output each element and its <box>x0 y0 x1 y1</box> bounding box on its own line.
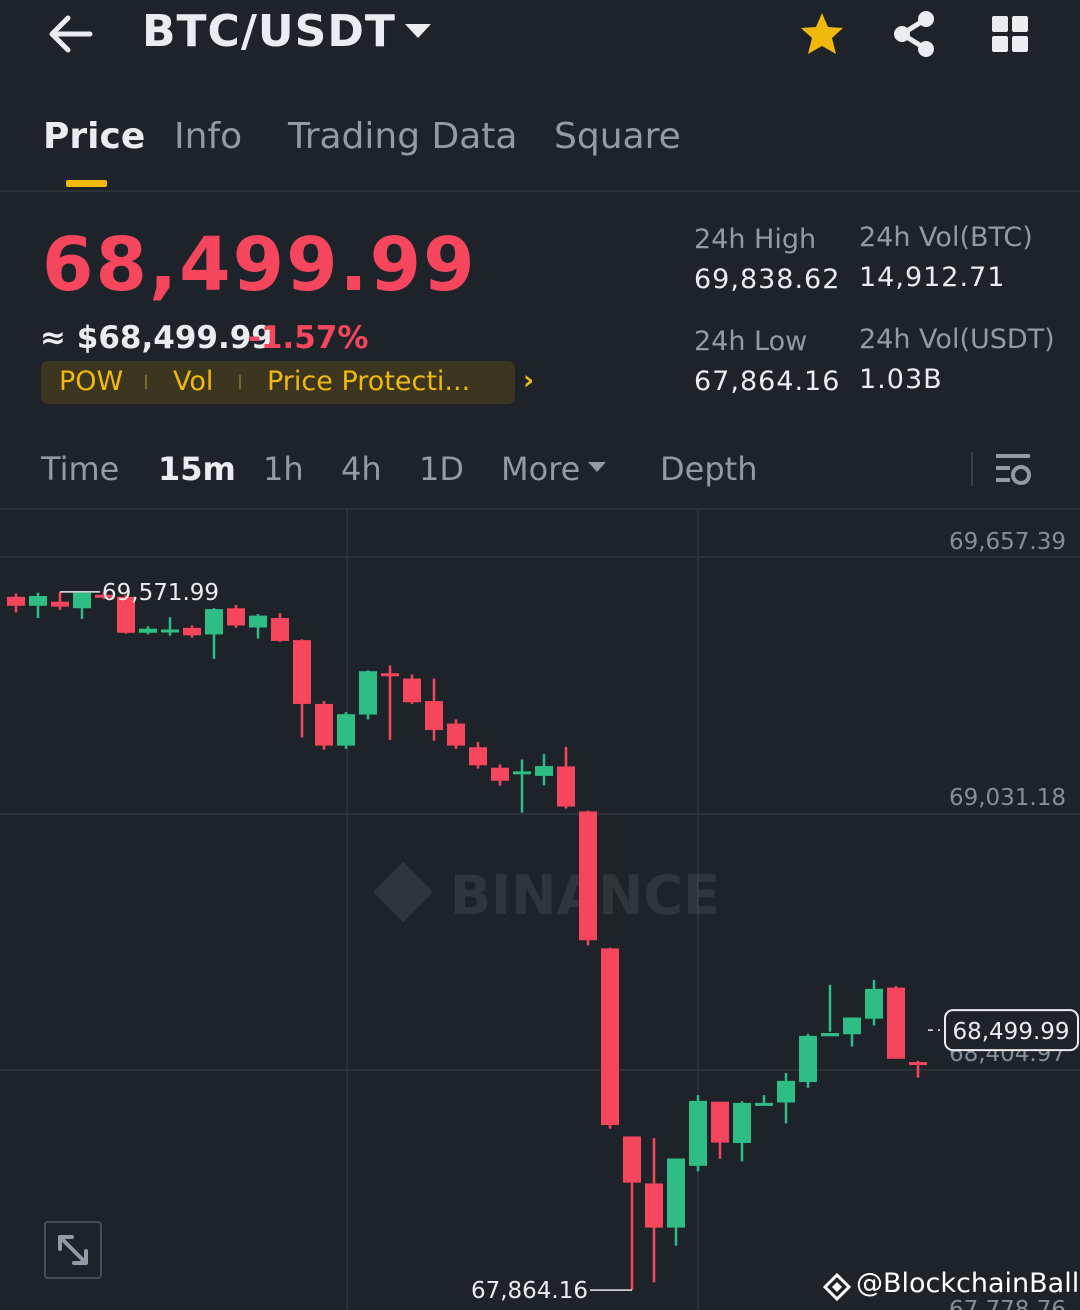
vol-usdt-value: 1.03B <box>859 364 943 395</box>
vol-btc-value: 14,912.71 <box>859 262 1006 293</box>
candlestick-chart[interactable]: BINANCE69,657.3969,031.1868,404.9767,778… <box>0 510 1080 1310</box>
chart-settings-icon[interactable] <box>994 450 1032 488</box>
binance-watermark: BINANCE <box>373 862 720 927</box>
low-label: 24h Low <box>694 326 808 357</box>
candle-body <box>249 615 267 628</box>
interval-bar: Time 15m 1h 4h 1D More Depth <box>0 440 1080 510</box>
candle-body <box>667 1158 685 1228</box>
candle-body <box>425 701 443 731</box>
candle-body <box>733 1102 751 1143</box>
section-tabs: Price Info Trading Data Square <box>0 110 1080 192</box>
candle-body <box>51 601 69 607</box>
low-value: 67,864.16 <box>694 366 841 397</box>
high-value: 69,838.62 <box>694 264 841 295</box>
current-price-label: 68,499.99 <box>952 1019 1069 1045</box>
candle-body <box>29 595 47 606</box>
max-price-label: 69,571.99 <box>102 580 219 606</box>
binance-logo-icon <box>822 1272 852 1302</box>
divider <box>971 452 973 486</box>
candle-body <box>513 771 531 775</box>
price-change-percent: -1.57% <box>248 320 369 356</box>
tag-vol[interactable]: Vol <box>173 366 213 397</box>
candle-body <box>843 1017 861 1035</box>
candle-body <box>711 1101 729 1143</box>
interval-4h[interactable]: 4h <box>341 450 382 488</box>
candle-body <box>469 747 487 766</box>
candle-body <box>227 608 245 626</box>
active-tab-indicator <box>66 180 107 187</box>
watermark-logo <box>373 862 433 922</box>
candle-body <box>623 1136 641 1183</box>
last-price: 68,499.99 <box>42 222 477 308</box>
expand-button[interactable] <box>44 1221 102 1279</box>
tag-divider <box>145 375 147 389</box>
pair-title[interactable]: BTC/USDT <box>142 6 396 57</box>
candle-body <box>183 627 201 636</box>
tag-bar[interactable]: POW Vol Price Protecti... › <box>41 361 534 404</box>
candle-body <box>447 723 465 746</box>
depth-tab[interactable]: Depth <box>660 450 757 488</box>
share-icon[interactable] <box>890 10 940 58</box>
chevron-right-icon[interactable]: › <box>523 365 534 396</box>
tab-trading-data[interactable]: Trading Data <box>288 116 517 157</box>
candle-body <box>315 703 333 746</box>
candle-body <box>293 640 311 704</box>
candle-body <box>645 1183 663 1228</box>
interval-15m[interactable]: 15m <box>158 450 236 488</box>
watermark-handle: @BlockchainBaller <box>856 1268 1080 1299</box>
candle-body <box>139 628 157 633</box>
candle-body <box>601 948 619 1125</box>
candle-body <box>381 673 399 677</box>
grid-icon[interactable] <box>990 14 1032 56</box>
tab-info[interactable]: Info <box>174 116 242 157</box>
tag-price-protection[interactable]: Price Protecti... <box>267 366 470 397</box>
candle-body <box>73 592 91 609</box>
candle-body <box>7 596 25 606</box>
candle-body <box>271 618 289 641</box>
caret-down-icon[interactable] <box>405 24 431 38</box>
interval-1h[interactable]: 1h <box>263 450 304 488</box>
interval-time[interactable]: Time <box>41 450 119 488</box>
candle-body <box>865 988 883 1019</box>
tab-price[interactable]: Price <box>43 116 145 157</box>
star-icon[interactable] <box>798 10 846 58</box>
candle-body <box>403 678 421 703</box>
interval-1d[interactable]: 1D <box>419 450 464 488</box>
candle-body <box>535 766 553 776</box>
candle-body <box>205 609 223 635</box>
candle-body <box>909 1062 927 1066</box>
candle-body <box>755 1102 773 1106</box>
top-bar: BTC/USDT <box>0 0 1080 80</box>
candle-body <box>799 1035 817 1083</box>
candle-body <box>557 766 575 807</box>
high-label: 24h High <box>694 224 817 255</box>
candle-body <box>821 1033 839 1037</box>
candle-body <box>689 1100 707 1166</box>
caret-down-icon[interactable] <box>588 462 606 472</box>
tag-pow[interactable]: POW <box>59 366 123 397</box>
candle-body <box>777 1080 795 1103</box>
interval-more[interactable]: More <box>501 450 580 488</box>
expand-icon <box>58 1235 88 1265</box>
candle-body <box>887 987 905 1059</box>
candle-body <box>359 671 377 715</box>
candle-body <box>579 811 597 941</box>
fiat-price: ≈ $68,499.99 <box>40 320 273 356</box>
tag-divider <box>239 375 241 389</box>
back-arrow-icon[interactable] <box>44 12 96 56</box>
candle-body <box>161 629 179 633</box>
tab-square[interactable]: Square <box>554 116 681 157</box>
candle-body <box>491 767 509 781</box>
vol-usdt-label: 24h Vol(USDT) <box>859 324 1055 355</box>
y-axis-label: 69,031.18 <box>949 785 1066 811</box>
vol-btc-label: 24h Vol(BTC) <box>859 222 1033 253</box>
y-axis-label: 69,657.39 <box>949 529 1066 555</box>
min-price-label: 67,864.16 <box>471 1278 588 1304</box>
candle-body <box>337 714 355 746</box>
